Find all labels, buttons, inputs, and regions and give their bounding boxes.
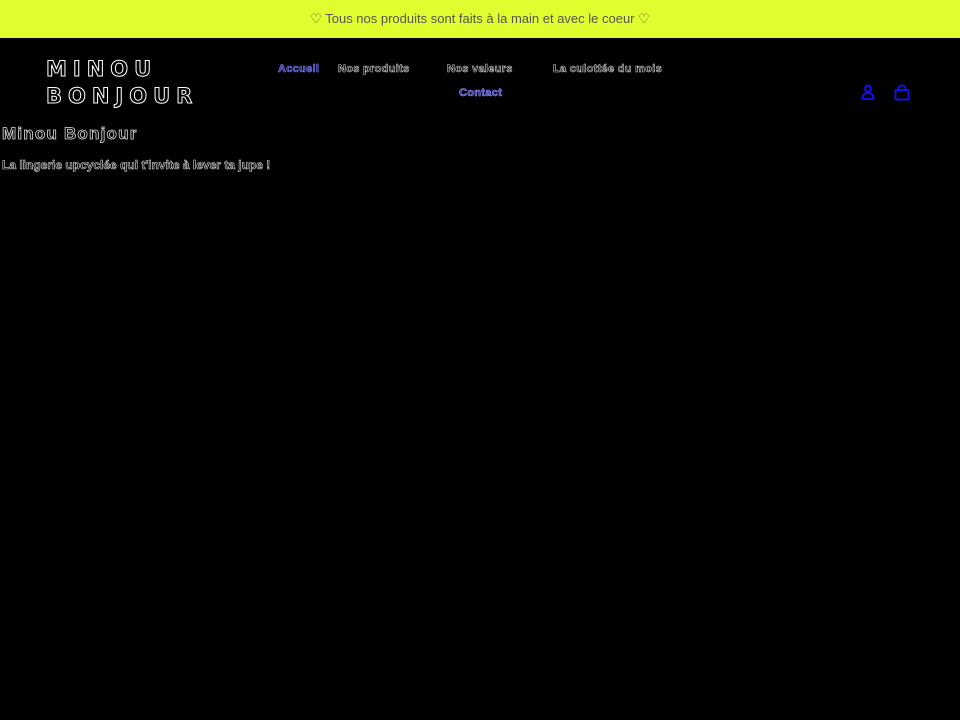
- site-logo[interactable]: MINOU BONJOUR: [46, 56, 199, 110]
- logo-line-1: MINOU: [46, 57, 158, 82]
- announcement-text: ♡ Tous nos produits sont faits à la main…: [310, 11, 650, 26]
- site-header: MINOU BONJOUR Accueil Nos produits Nos v…: [0, 38, 960, 120]
- page-title: Minou Bonjour: [2, 124, 138, 144]
- cart-icon[interactable]: [892, 82, 912, 102]
- nav-link-nos-valeurs[interactable]: Nos valeurs: [447, 63, 513, 76]
- account-icon[interactable]: [858, 82, 878, 102]
- nav-link-nos-produits[interactable]: Nos produits: [338, 63, 410, 76]
- nav-link-culottee-du-mois[interactable]: La culottée du mois: [553, 63, 662, 76]
- announcement-bar: ♡ Tous nos produits sont faits à la main…: [0, 0, 960, 38]
- page-subtitle: La lingerie upcyclée qui t'invite à leve…: [2, 158, 271, 173]
- nav-link-contact[interactable]: Contact: [459, 87, 502, 100]
- nav-link-accueil[interactable]: Accueil: [278, 63, 320, 76]
- logo-line-2: BONJOUR: [46, 84, 199, 109]
